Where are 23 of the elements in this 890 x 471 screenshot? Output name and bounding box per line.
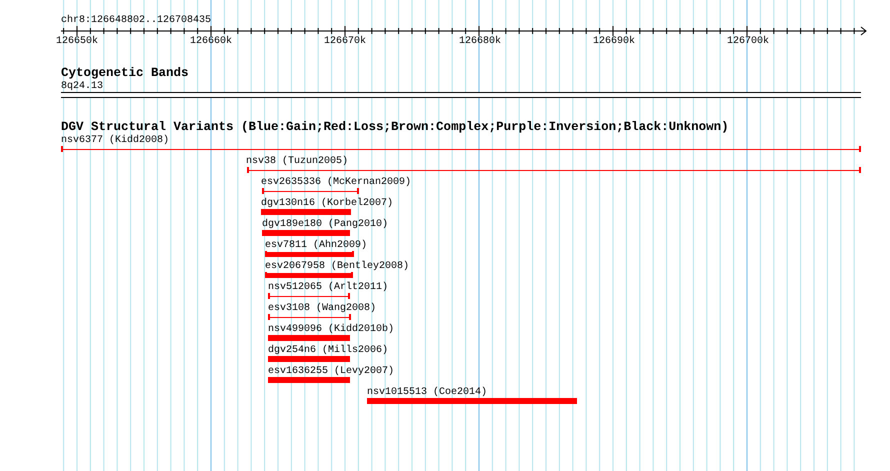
tick-label: 126670k bbox=[322, 36, 367, 47]
feature-label: dgv130n16 (Korbel2007) bbox=[261, 198, 394, 209]
feature-label: nsv38 (Tuzun2005) bbox=[246, 156, 348, 167]
feature-label: esv3108 (Wang2008) bbox=[268, 303, 376, 314]
track-title: DGV Structural Variants (Blue:Gain;Red:Loss;Brown:Complex;Purple:Inversion;Black:Unknown) bbox=[61, 121, 729, 134]
tick-label: 126650k bbox=[54, 36, 99, 47]
feature-label: dgv189e180 (Pang2010) bbox=[262, 219, 388, 230]
feature-label: esv1636255 (Levy2007) bbox=[268, 366, 394, 377]
feature-label: dgv254n6 (Mills2006) bbox=[268, 345, 388, 356]
feature-label: esv2635336 (McKernan2009) bbox=[261, 177, 412, 188]
feature-label: nsv6377 (Kidd2008) bbox=[61, 135, 170, 146]
feature-label: esv2067958 (Bentley2008) bbox=[265, 261, 410, 272]
feature-label: nsv499096 (Kidd2010b) bbox=[268, 324, 394, 335]
tick-label: 126700k bbox=[726, 36, 770, 47]
location-label: chr8:126648802..126708435 bbox=[61, 15, 212, 26]
tick-label: 126660k bbox=[188, 36, 233, 47]
feature-label: 8q24.13 bbox=[61, 81, 104, 92]
tick-label: 126680k bbox=[458, 36, 502, 47]
track-title: Cytogenetic Bands bbox=[61, 67, 189, 80]
feature-label: nsv512065 (Arlt2011) bbox=[268, 282, 388, 293]
feature-label: nsv1015513 (Coe2014) bbox=[367, 387, 488, 398]
feature-label: esv7811 (Ahn2009) bbox=[265, 240, 368, 251]
tick-label: 126690k bbox=[592, 36, 636, 47]
